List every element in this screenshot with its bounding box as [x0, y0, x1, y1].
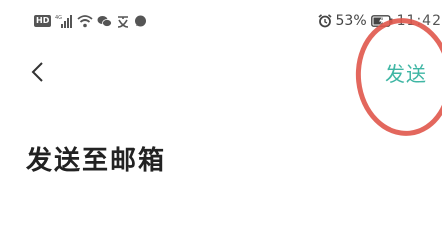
- status-bar: HD 4G 53% 11:42: [0, 0, 442, 40]
- screen: HD 4G 53% 11:42 发送 发送至邮箱: [0, 0, 442, 244]
- chevron-left-icon: [31, 62, 43, 82]
- send-button[interactable]: 发送: [385, 58, 427, 87]
- hd-badge: HD: [34, 15, 52, 27]
- message-icon: [134, 15, 147, 28]
- cellular-signal-icon: 4G: [55, 14, 73, 28]
- translate-icon: [116, 15, 130, 28]
- battery-percent: 53%: [335, 13, 367, 29]
- status-right-icons: 53% 11:42: [317, 12, 442, 30]
- back-button[interactable]: [24, 58, 52, 86]
- status-left-icons: HD 4G: [34, 13, 147, 29]
- status-time: 11:42: [396, 13, 442, 29]
- wechat-icon: [97, 15, 113, 28]
- page-title: 发送至邮箱: [26, 146, 167, 176]
- battery-charging-icon: [370, 15, 393, 27]
- wifi-icon: [77, 14, 93, 28]
- alarm-icon: [317, 14, 332, 28]
- svg-text:4G: 4G: [55, 15, 62, 21]
